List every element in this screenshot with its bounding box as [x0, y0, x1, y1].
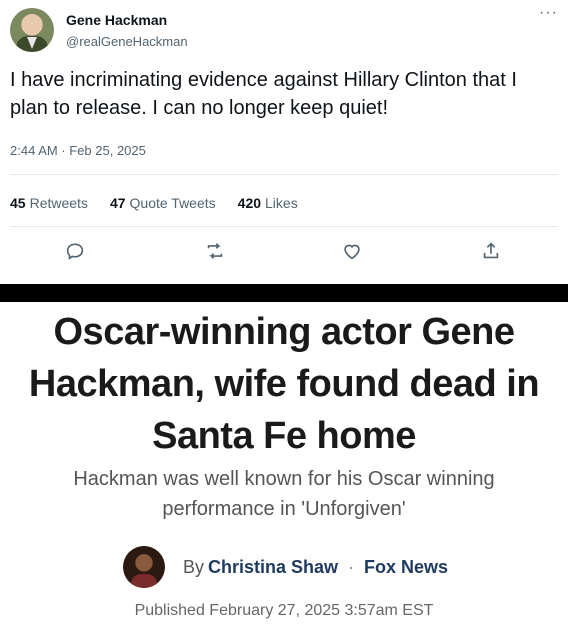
byline-separator: ·: [348, 556, 355, 577]
avatar-body: [131, 574, 157, 588]
divider: [10, 226, 558, 227]
image-separator: [0, 284, 568, 302]
stat-label: Quote Tweets: [129, 195, 216, 211]
reply-icon[interactable]: [64, 240, 86, 262]
byline: By Christina Shaw · Fox News: [123, 544, 448, 590]
user-handle[interactable]: @realGeneHackman: [66, 34, 188, 49]
author-link[interactable]: Christina Shaw: [208, 557, 338, 578]
tweet-text: I have incriminating evidence against Hi…: [10, 69, 517, 119]
tweet-stats: 45 Retweets 47 Quote Tweets 420 Likes: [10, 195, 298, 211]
outlet-link[interactable]: Fox News: [364, 557, 448, 578]
stat-count: 420: [237, 195, 262, 211]
published-date: Published February 27, 2025 3:57am EST: [134, 602, 434, 619]
news-article: Oscar-winning actor Gene Hackman, wife f…: [0, 302, 568, 632]
like-icon[interactable]: [341, 240, 363, 262]
stat-label: Likes: [265, 195, 298, 211]
more-options-button[interactable]: ···: [539, 4, 558, 22]
share-icon[interactable]: [480, 240, 502, 262]
tweet-timestamp[interactable]: 2:44 AM · Feb 25, 2025: [10, 143, 146, 158]
article-subheadline: Hackman was well known for his Oscar win…: [73, 468, 495, 520]
tweet-actions: [0, 240, 568, 266]
by-label: By: [183, 556, 205, 577]
likes-stat[interactable]: 420 Likes: [238, 195, 298, 211]
article-headline: Oscar-winning actor Gene Hackman, wife f…: [28, 311, 540, 457]
stat-count: 45: [10, 195, 26, 211]
retweets-stat[interactable]: 45 Retweets: [10, 195, 88, 211]
tweet-card: Gene Hackman @realGeneHackman ··· I have…: [0, 0, 568, 284]
stat-label: Retweets: [29, 195, 88, 211]
user-avatar[interactable]: [10, 8, 54, 52]
author-avatar[interactable]: [123, 546, 165, 588]
stat-count: 47: [109, 195, 126, 211]
user-name[interactable]: Gene Hackman: [66, 12, 167, 28]
quote-tweets-stat[interactable]: 47 Quote Tweets: [110, 195, 216, 211]
divider: [10, 174, 558, 175]
retweet-icon[interactable]: [204, 240, 226, 262]
